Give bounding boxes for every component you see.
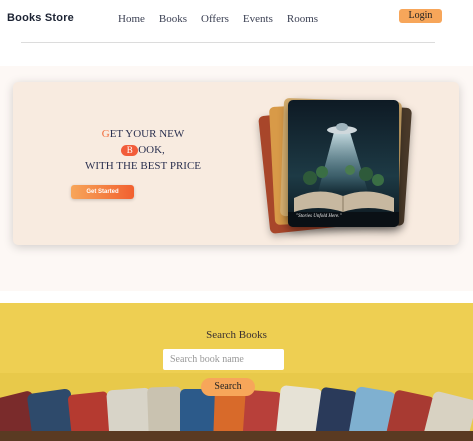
- nav-link-home[interactable]: Home: [118, 13, 145, 25]
- login-button[interactable]: Login: [399, 9, 442, 23]
- ufo-book-art: [288, 100, 399, 227]
- search-heading: Search Books: [206, 329, 267, 341]
- nav-divider: [21, 42, 435, 43]
- hero-card: GET YOUR NEW B OOK, WITH THE BEST PRICE G…: [13, 82, 459, 245]
- search-button[interactable]: Search: [201, 378, 255, 396]
- headline-line2: OOK,: [138, 144, 165, 156]
- cover-tagline: "Stories Unfold Here.": [296, 214, 342, 219]
- nav-link-books[interactable]: Books: [159, 13, 187, 25]
- headline-line1: ET YOUR NEW: [109, 128, 185, 140]
- search-input[interactable]: [163, 349, 284, 370]
- top-navbar: Books Store Home Books Offers Events Roo…: [0, 0, 473, 44]
- get-started-button[interactable]: Get Started: [71, 185, 134, 199]
- brand-logo[interactable]: Books Store: [7, 12, 74, 24]
- hero-headline: GET YOUR NEW B OOK, WITH THE BEST PRICE: [43, 126, 243, 174]
- nav-links: Home Books Offers Events Rooms: [118, 13, 332, 25]
- headline-initial-b: B: [121, 145, 139, 156]
- bookshelf-background: [0, 303, 473, 441]
- book-stack-illustration: "Stories Unfold Here.": [258, 96, 412, 234]
- nav-link-events[interactable]: Events: [243, 13, 273, 25]
- headline-initial-g: G: [101, 128, 110, 140]
- nav-link-rooms[interactable]: Rooms: [287, 13, 318, 25]
- nav-link-offers[interactable]: Offers: [201, 13, 229, 25]
- search-section: Search Books Search: [0, 303, 473, 441]
- headline-line3: WITH THE BEST PRICE: [84, 160, 201, 172]
- book-cover-image: "Stories Unfold Here.": [288, 100, 399, 227]
